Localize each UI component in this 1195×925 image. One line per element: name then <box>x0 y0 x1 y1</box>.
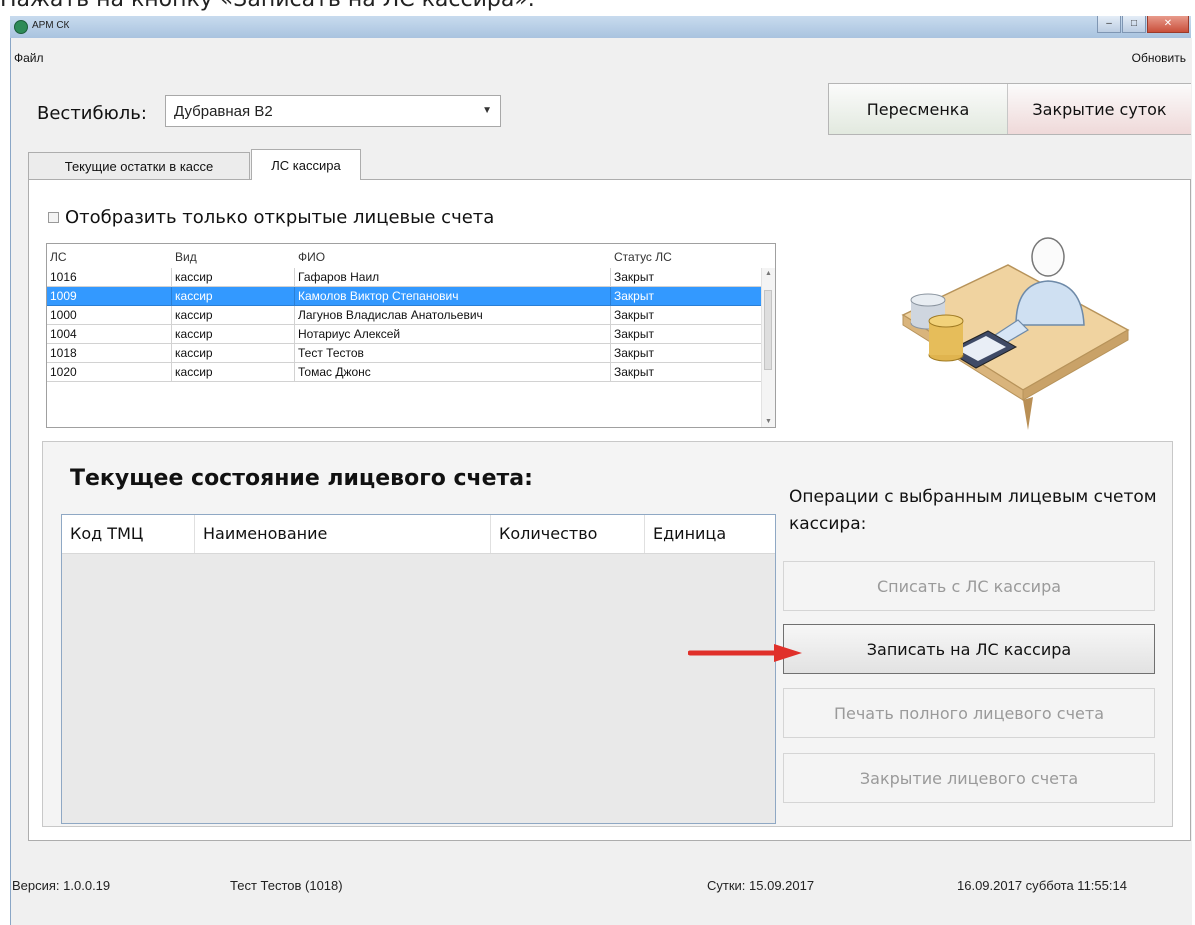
filter-label: Отобразить только открытые лицевые счета <box>65 207 495 228</box>
cell-status: Закрыт <box>611 325 763 344</box>
table-row[interactable]: 1004 кассир Нотариус Алексей Закрыт <box>47 325 763 344</box>
cell-name: Нотариус Алексей <box>295 325 611 344</box>
shift-change-button[interactable]: Пересменка <box>829 84 1008 134</box>
red-arrow-icon <box>688 644 802 662</box>
maximize-button[interactable]: □ <box>1122 16 1146 33</box>
column-header[interactable]: Количество <box>491 515 645 553</box>
cell-ls: 1000 <box>47 306 172 325</box>
cell-status: Закрыт <box>611 287 763 306</box>
vestibule-selected-value: Дубравная В2 <box>174 103 273 120</box>
cell-name: Камолов Виктор Степанович <box>295 287 611 306</box>
account-state-title: Текущее состояние лицевого счета: <box>70 466 533 491</box>
tab-current-balance[interactable]: Текущие остатки в кассе <box>28 152 250 180</box>
menu-file[interactable]: Файл <box>14 51 44 65</box>
column-header[interactable]: Вид <box>172 248 295 267</box>
print-full-account-button[interactable]: Печать полного лицевого счета <box>783 688 1155 738</box>
minimize-button[interactable]: – <box>1097 16 1121 33</box>
open-accounts-filter[interactable]: Отобразить только открытые лицевые счета <box>48 207 494 228</box>
cell-ls: 1020 <box>47 363 172 382</box>
accounts-scrollbar[interactable]: ▲ ▼ <box>761 268 775 427</box>
day-close-button[interactable]: Закрытие суток <box>1008 84 1191 134</box>
operations-title: Операции с выбранным лицевым счетом касс… <box>789 487 1157 534</box>
cell-kind: кассир <box>172 287 295 306</box>
scroll-up-icon[interactable]: ▲ <box>765 270 772 277</box>
column-header[interactable]: Единица <box>645 515 773 553</box>
status-version: Версия: 1.0.0.19 <box>12 878 111 893</box>
scrollbar-thumb[interactable] <box>764 290 772 370</box>
column-header[interactable]: Статус ЛС <box>611 248 763 267</box>
close-button[interactable]: ✕ <box>1147 16 1189 33</box>
window-title: АРМ СК <box>32 20 70 31</box>
cell-ls: 1004 <box>47 325 172 344</box>
tab-cashier-account[interactable]: ЛС кассира <box>251 149 361 180</box>
cell-ls: 1016 <box>47 268 172 287</box>
status-user: Тест Тестов (1018) <box>230 878 343 893</box>
column-header[interactable]: Наименование <box>195 515 491 553</box>
instruction-caption: Нажать на кнопку «Записать на ЛС кассира… <box>0 0 535 12</box>
cell-name: Тест Тестов <box>295 344 611 363</box>
account-state-table: Код ТМЦ Наименование Количество Единица <box>61 514 776 824</box>
table-row[interactable]: 1000 кассир Лагунов Владислав Анатольеви… <box>47 306 763 325</box>
app-icon <box>14 20 28 34</box>
chevron-down-icon: ▼ <box>482 105 492 116</box>
cell-status: Закрыт <box>611 268 763 287</box>
status-day: Сутки: 15.09.2017 <box>707 878 815 893</box>
cell-kind: кассир <box>172 344 295 363</box>
header-button-group: Пересменка Закрытие суток <box>828 83 1191 135</box>
cell-ls: 1018 <box>47 344 172 363</box>
accounts-table: ЛС Вид ФИО Статус ЛС 1016 кассир Гафаров… <box>46 243 776 428</box>
cell-kind: кассир <box>172 325 295 344</box>
scroll-down-icon[interactable]: ▼ <box>765 418 772 425</box>
accounts-table-header: ЛС Вид ФИО Статус ЛС <box>47 248 763 267</box>
cell-kind: кассир <box>172 363 295 382</box>
column-header[interactable]: Код ТМЦ <box>62 515 195 553</box>
vestibule-label: Вестибюль: <box>37 103 147 124</box>
cell-status: Закрыт <box>611 306 763 325</box>
column-header[interactable]: ЛС <box>47 248 172 267</box>
cashier-illustration <box>901 237 1130 430</box>
account-state-header: Код ТМЦ Наименование Количество Единица <box>62 515 775 554</box>
filter-checkbox[interactable] <box>48 212 59 223</box>
cell-kind: кассир <box>172 306 295 325</box>
vestibule-select[interactable]: Дубравная В2 ▼ <box>165 95 501 127</box>
table-row[interactable]: 1020 кассир Томас Джонс Закрыт <box>47 363 763 382</box>
cell-status: Закрыт <box>611 363 763 382</box>
status-datetime: 16.09.2017 суббота 11:55:14 <box>957 878 1127 893</box>
cell-kind: кассир <box>172 268 295 287</box>
cell-status: Закрыт <box>611 344 763 363</box>
cell-name: Лагунов Владислав Анатольевич <box>295 306 611 325</box>
cell-ls: 1009 <box>47 287 172 306</box>
write-to-account-button[interactable]: Записать на ЛС кассира <box>783 624 1155 674</box>
menu-refresh[interactable]: Обновить <box>1132 51 1186 65</box>
column-header[interactable]: ФИО <box>295 248 611 267</box>
table-row-selected[interactable]: 1009 кассир Камолов Виктор Степанович За… <box>47 287 763 306</box>
cell-name: Томас Джонс <box>295 363 611 382</box>
cell-name: Гафаров Наил <box>295 268 611 287</box>
table-row[interactable]: 1016 кассир Гафаров Наил Закрыт <box>47 268 763 287</box>
table-row[interactable]: 1018 кассир Тест Тестов Закрыт <box>47 344 763 363</box>
write-off-button[interactable]: Списать с ЛС кассира <box>783 561 1155 611</box>
close-account-button[interactable]: Закрытие лицевого счета <box>783 753 1155 803</box>
window-title-bar: АРМ СК – □ ✕ <box>10 16 1191 39</box>
